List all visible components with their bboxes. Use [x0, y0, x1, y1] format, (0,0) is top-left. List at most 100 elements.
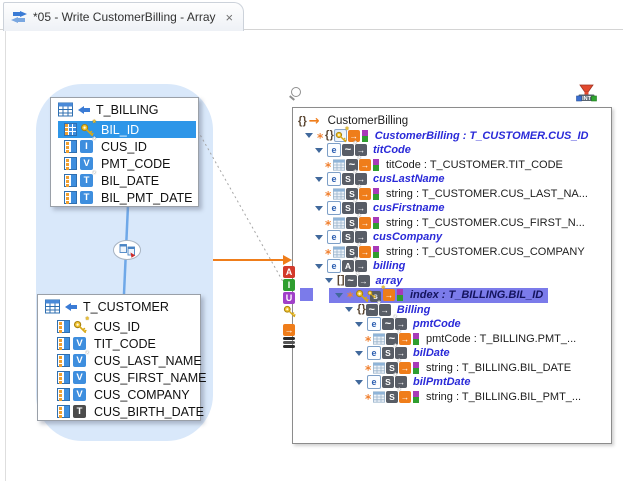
table-header[interactable]: T_CUSTOMER [38, 295, 200, 318]
tree-row[interactable]: eA*→billing [293, 256, 611, 274]
column-icon [64, 174, 77, 187]
tab-close-icon[interactable]: × [226, 11, 234, 24]
output-icon[interactable]: → [283, 324, 296, 336]
column-row-cus_id[interactable]: I * CUS_ID [51, 136, 198, 155]
mapped-bullet-icon: * [365, 362, 372, 377]
expander-icon[interactable] [315, 263, 326, 269]
tree-row[interactable]: { } → CustomerBilling [293, 114, 611, 129]
tree-row[interactable]: *S*→string : T_CUSTOMER.CUS_LAST_NA... [293, 183, 611, 202]
tree-row[interactable]: *{ } * → CustomerBilling : T_CUSTOMER.CUS_I… [293, 126, 611, 144]
tree-row[interactable]: eS*→bilDate [293, 343, 611, 361]
format-badge-icon [372, 187, 380, 200]
column-row-bil_pmt_date[interactable]: T BIL_PMT_DATE [51, 189, 198, 206]
tree-row[interactable]: [ ]~*→array [293, 270, 611, 289]
join-relationship-icon[interactable] [112, 239, 142, 266]
tree-row[interactable]: *S*→string : T_BILLING.BIL_DATE [293, 357, 611, 377]
tree-row[interactable]: e~*→titCode [293, 140, 611, 158]
expander-icon[interactable] [335, 292, 346, 298]
expander-icon[interactable] [315, 176, 326, 182]
mapped-bullet-icon: * [365, 333, 372, 348]
tree-row[interactable]: *S*→string : T_CUSTOMER.CUS_COMPANY [293, 241, 611, 261]
column-name: CUS_ID [94, 319, 140, 334]
sequence-type-icon: ~* [365, 299, 381, 316]
column-row-bil_id[interactable]: * BIL_ID [51, 119, 198, 138]
column-row-cus_first_name[interactable]: V CUS_FIRST_NAME [38, 369, 207, 386]
tree-node-label: titCode : T_CUSTOMER.TIT_CODE [386, 158, 563, 171]
expander-icon[interactable] [355, 350, 366, 356]
expander-icon[interactable] [325, 278, 336, 284]
tree-node-label: string : T_CUSTOMER.CUS_LAST_NA... [386, 187, 588, 200]
column-icon [57, 371, 70, 384]
column-row-tit_code[interactable]: V TIT_CODE [38, 335, 200, 352]
column-row-bil_date[interactable]: T * BIL_DATE [51, 170, 198, 189]
integer-icon[interactable]: I [283, 279, 296, 291]
column-icon [64, 140, 77, 153]
t-type-icon: T [73, 405, 86, 418]
output-tree: { } → CustomerBilling *{ } * → CustomerBilling… [293, 108, 611, 405]
expander-icon[interactable] [315, 147, 326, 153]
tree-row[interactable]: { }~*→ Billing [293, 299, 611, 318]
tree-row[interactable]: *~*→pmtCode : T_BILLING.PMT_... [293, 328, 611, 348]
attribute-icon[interactable]: A [283, 266, 296, 278]
tree-row[interactable]: *S*→string : T_CUSTOMER.CUS_FIRST_N... [293, 212, 611, 231]
column-row-pmt_code[interactable]: V PMT_CODE [51, 155, 198, 172]
tree-node-label: index : T_BILLING.BIL_ID [410, 289, 544, 302]
tree-row[interactable]: eS*→cusCompany [293, 227, 611, 245]
key-element-icon: * [333, 126, 349, 143]
search-icon[interactable] [289, 86, 303, 101]
mapped-bullet-icon: * [325, 246, 332, 261]
tree-row[interactable]: eS*→cusFirstname [293, 198, 611, 216]
column-row-cus_id[interactable]: * CUS_ID [38, 316, 200, 335]
table-t-billing: T_BILLING * BIL_ID I * CUS_ID V PMT_CODE T * BIL_D… [50, 97, 199, 207]
tree-node-label: string : T_CUSTOMER.CUS_COMPANY [386, 245, 585, 258]
column-row-cus_last_name[interactable]: V * CUS_LAST_NAME [38, 350, 202, 369]
column-row-cus_company[interactable]: V CUS_COMPANY [38, 386, 200, 403]
mapped-output-icon: → [359, 216, 371, 229]
tree-row[interactable]: *s*→index : T_BILLING.BIL_ID [293, 284, 611, 303]
tree-node-label: string : T_CUSTOMER.CUS_FIRST_N... [386, 216, 585, 229]
column-icon [64, 157, 77, 170]
tab-title: *05 - Write CustomerBilling - Array [33, 10, 216, 24]
tree-node-label: bilPmtDate [413, 376, 471, 389]
column-name: CUS_FIRST_NAME [94, 370, 207, 385]
grid-column-icon [64, 123, 77, 136]
column-row-cus_birth_date[interactable]: T CUS_BIRTH_DATE [38, 403, 204, 420]
tree-row[interactable]: eS*→bilPmtDate [293, 372, 611, 390]
expander-icon[interactable] [315, 205, 326, 211]
tree-node-label: CustomerBilling [327, 115, 409, 128]
element-icon: e [327, 143, 341, 158]
column-icon [64, 191, 77, 204]
key-icon[interactable] [283, 305, 296, 323]
union-icon[interactable]: U [283, 292, 296, 304]
format-badge-icon [412, 390, 420, 403]
expander-icon[interactable] [345, 307, 356, 313]
tree-node-label: bilDate [413, 347, 450, 360]
format-badge-icon [372, 245, 380, 258]
table-column-icon [333, 159, 345, 171]
column-name: CUS_BIRTH_DATE [94, 404, 204, 419]
integration-filter-icon[interactable]: INT [576, 84, 597, 108]
table-column-icon [373, 391, 385, 403]
string-type-icon: S* [342, 198, 357, 215]
tree-row[interactable]: * S*→ string : T_BILLING.BIL_PMT_... [293, 386, 611, 405]
tree-row[interactable]: *~*→titCode : T_CUSTOMER.TIT_CODE [293, 154, 611, 173]
tree-node-label: pmtCode : T_BILLING.PMT_... [426, 332, 577, 345]
tree-row[interactable]: e~*→pmtCode [293, 314, 611, 332]
expander-icon[interactable] [305, 133, 316, 139]
expander-icon[interactable] [355, 321, 366, 327]
v-type-icon: V * [73, 350, 89, 367]
tree-node-label: string : T_BILLING.BIL_PMT_... [426, 390, 582, 403]
editor-tab[interactable]: *05 - Write CustomerBilling - Array × [3, 2, 245, 31]
tree-row[interactable]: eS*→cusLastName [293, 169, 611, 187]
primary-key-icon: * [73, 316, 89, 333]
expander-icon[interactable] [315, 234, 326, 240]
arrow-left-icon [65, 302, 78, 312]
tree-node-label: cusCompany [373, 231, 443, 244]
type-palette: A I U → [283, 266, 296, 348]
mapped-output-icon: → [399, 332, 411, 345]
table-header[interactable]: T_BILLING [51, 98, 198, 121]
format-badge-icon [361, 129, 369, 142]
column-name: CUS_COMPANY [94, 387, 190, 402]
expander-icon[interactable] [355, 379, 366, 385]
table-title: T_CUSTOMER [83, 299, 169, 314]
